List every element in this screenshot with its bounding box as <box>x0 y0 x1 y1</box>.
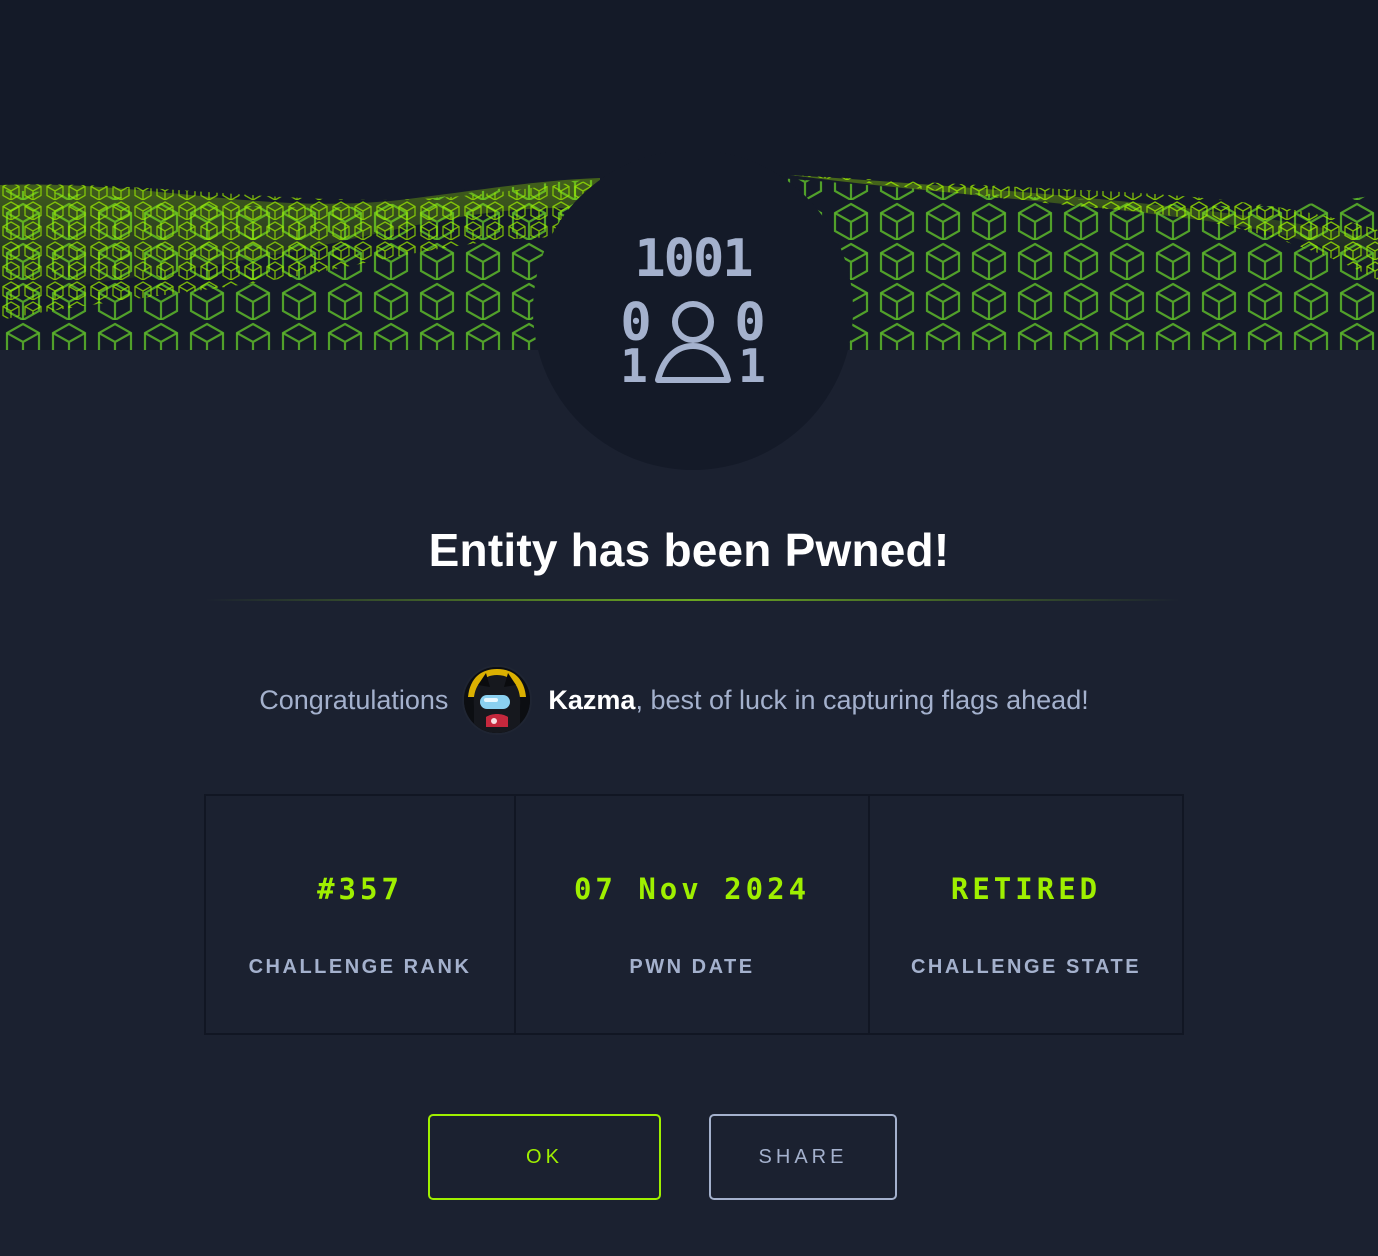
share-button[interactable]: SHARE <box>709 1114 897 1200</box>
stats-panel: #357 CHALLENGE RANK 07 Nov 2024 PWN DATE… <box>204 794 1184 1035</box>
stat-challenge-state: RETIRED CHALLENGE STATE <box>868 796 1182 1033</box>
avatar[interactable] <box>462 665 533 735</box>
stat-value: 07 Nov 2024 <box>573 872 811 906</box>
title-divider <box>205 599 1180 601</box>
congrats-message: Congratulations Kazma , best of luck in … <box>0 665 1378 735</box>
stat-label: PWN DATE <box>629 956 755 978</box>
binary-user-icon: 1001 0 0 1 1 <box>620 230 766 390</box>
stat-pwn-date: 07 Nov 2024 PWN DATE <box>514 796 868 1033</box>
stat-value: RETIRED <box>950 872 1102 906</box>
ok-button[interactable]: OK <box>428 1114 661 1200</box>
stat-label: CHALLENGE STATE <box>910 956 1142 978</box>
congrats-suffix: , best of luck in capturing flags ahead! <box>635 684 1089 715</box>
emblem-digit-left-bottom: 1 <box>620 339 648 390</box>
pwned-modal: 1001 0 0 1 1 Entity has been Pwned! Cong… <box>0 0 1378 1256</box>
page-title: Entity has been Pwned! <box>428 524 950 576</box>
challenge-emblem: 1001 0 0 1 1 <box>533 150 853 470</box>
stat-label: CHALLENGE RANK <box>248 956 472 978</box>
username[interactable]: Kazma <box>548 685 635 716</box>
stat-value: #357 <box>317 872 403 906</box>
emblem-digits-row1: 1001 <box>634 230 751 289</box>
stat-challenge-rank: #357 CHALLENGE RANK <box>206 796 514 1033</box>
emblem-digit-right-bottom: 1 <box>738 339 766 390</box>
user-avatar-image <box>464 667 531 733</box>
congrats-prefix: Congratulations <box>259 684 449 715</box>
